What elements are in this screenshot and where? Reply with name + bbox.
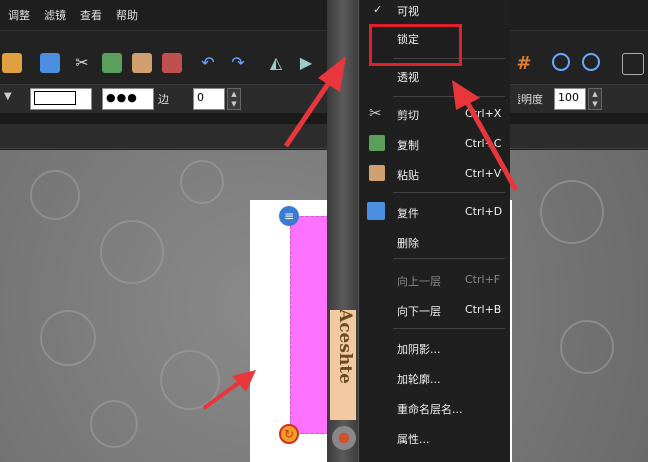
chevron-down-icon[interactable]: ▼ (4, 91, 12, 102)
paste-icon (369, 165, 385, 181)
flower-pattern (160, 350, 220, 410)
document-tab-bar (0, 124, 648, 149)
menu-item-delete[interactable]: 删除 (359, 228, 511, 256)
settings-gear-icon[interactable] (332, 426, 356, 450)
menu-item-rename-layer[interactable]: 重命名层名... (359, 394, 511, 422)
menu-item-visible[interactable]: ✓ 可视 (359, 0, 511, 24)
flower-pattern (90, 400, 138, 448)
border-style-select[interactable] (30, 88, 92, 110)
menu-separator (393, 328, 505, 329)
menu-item-bring-forward: 向上一层 Ctrl+F (397, 273, 501, 288)
menu-item-add-outline[interactable]: 加轮廓... (359, 364, 511, 392)
vertical-text-content: Aceshte (335, 310, 355, 384)
edge-spinner[interactable]: ▲ ▼ (227, 88, 241, 110)
check-icon: ✓ (373, 3, 383, 16)
flower-pattern (40, 310, 96, 366)
layer-menu-handle-icon[interactable]: ≡ (279, 206, 299, 226)
menu-bar: 调整 滤镜 查看 帮助 (0, 0, 648, 30)
flip-icon[interactable]: ◭ (266, 53, 286, 73)
menu-item-send-backward[interactable]: 向下一层 Ctrl+B (359, 296, 511, 324)
menu-filter[interactable]: 滤镜 (44, 7, 66, 23)
cut-icon: ✂ (369, 104, 382, 122)
duplicate-icon (367, 202, 385, 220)
menu-item-copy[interactable]: 复制 Ctrl+C (359, 130, 511, 158)
menu-item-properties[interactable]: 属性... (359, 424, 511, 452)
grid-hash-icon[interactable]: # (514, 53, 534, 74)
opacity-input[interactable]: 100 (554, 88, 586, 110)
lock-highlight-box (369, 24, 462, 66)
menu-item-cut[interactable]: ✂ 剪切 Ctrl+X (359, 100, 511, 128)
flower-pattern (100, 220, 164, 284)
copy-icon[interactable] (102, 53, 122, 73)
copy-icon (369, 135, 385, 151)
undo-icon[interactable]: ↶ (198, 53, 218, 73)
menu-item-duplicate[interactable]: 复件 Ctrl+D (359, 198, 511, 226)
cut-icon[interactable]: ✂ (72, 53, 92, 73)
redo-icon[interactable]: ↷ (228, 53, 248, 73)
divider-strip (0, 114, 648, 124)
menu-separator (393, 192, 505, 193)
menu-view[interactable]: 查看 (80, 7, 102, 23)
property-bar: ▼ ●●● 边 0 ▲ ▼ 透明度 100 ▲ ▼ (0, 84, 648, 113)
arrow-right-icon[interactable]: ▶ (296, 53, 316, 73)
flower-pattern (180, 160, 224, 204)
zoom-in-icon[interactable] (552, 53, 570, 71)
menu-item-paste[interactable]: 粘贴 Ctrl+V (359, 160, 511, 188)
menu-separator (393, 258, 505, 259)
menu-separator (393, 96, 505, 97)
edge-label: 边 (158, 93, 169, 106)
flower-pattern (560, 320, 614, 374)
layer-icon[interactable] (40, 53, 60, 73)
opacity-label: 透明度 (510, 93, 543, 106)
context-menu: ✓ 可视 锁定 透视 ✂ 剪切 Ctrl+X 复制 Ctrl+C 粘贴 Ctrl… (358, 0, 510, 462)
paste-icon[interactable] (132, 53, 152, 73)
flower-pattern (540, 180, 604, 244)
mail-icon[interactable] (2, 53, 22, 73)
vertical-text-layer: Aceshte (330, 310, 356, 420)
menu-help[interactable]: 帮助 (116, 7, 138, 23)
toolbar: ✂ ↶ ↷ ◭ ▶ # (0, 30, 648, 83)
line-style-select[interactable]: ●●● (102, 88, 154, 110)
menu-adjust[interactable]: 调整 (8, 7, 30, 23)
menu-item-perspective[interactable]: 透视 (359, 62, 511, 90)
zoom-out-icon[interactable] (582, 53, 600, 71)
rotate-handle-icon[interactable]: ↻ (279, 424, 299, 444)
opacity-spinner[interactable]: ▲ ▼ (588, 88, 602, 110)
delete-icon[interactable] (162, 53, 182, 73)
flower-pattern (30, 170, 80, 220)
edge-input[interactable]: 0 (193, 88, 225, 110)
menu-item-add-shadow[interactable]: 加阴影... (359, 334, 511, 362)
select-icon[interactable] (622, 53, 644, 75)
